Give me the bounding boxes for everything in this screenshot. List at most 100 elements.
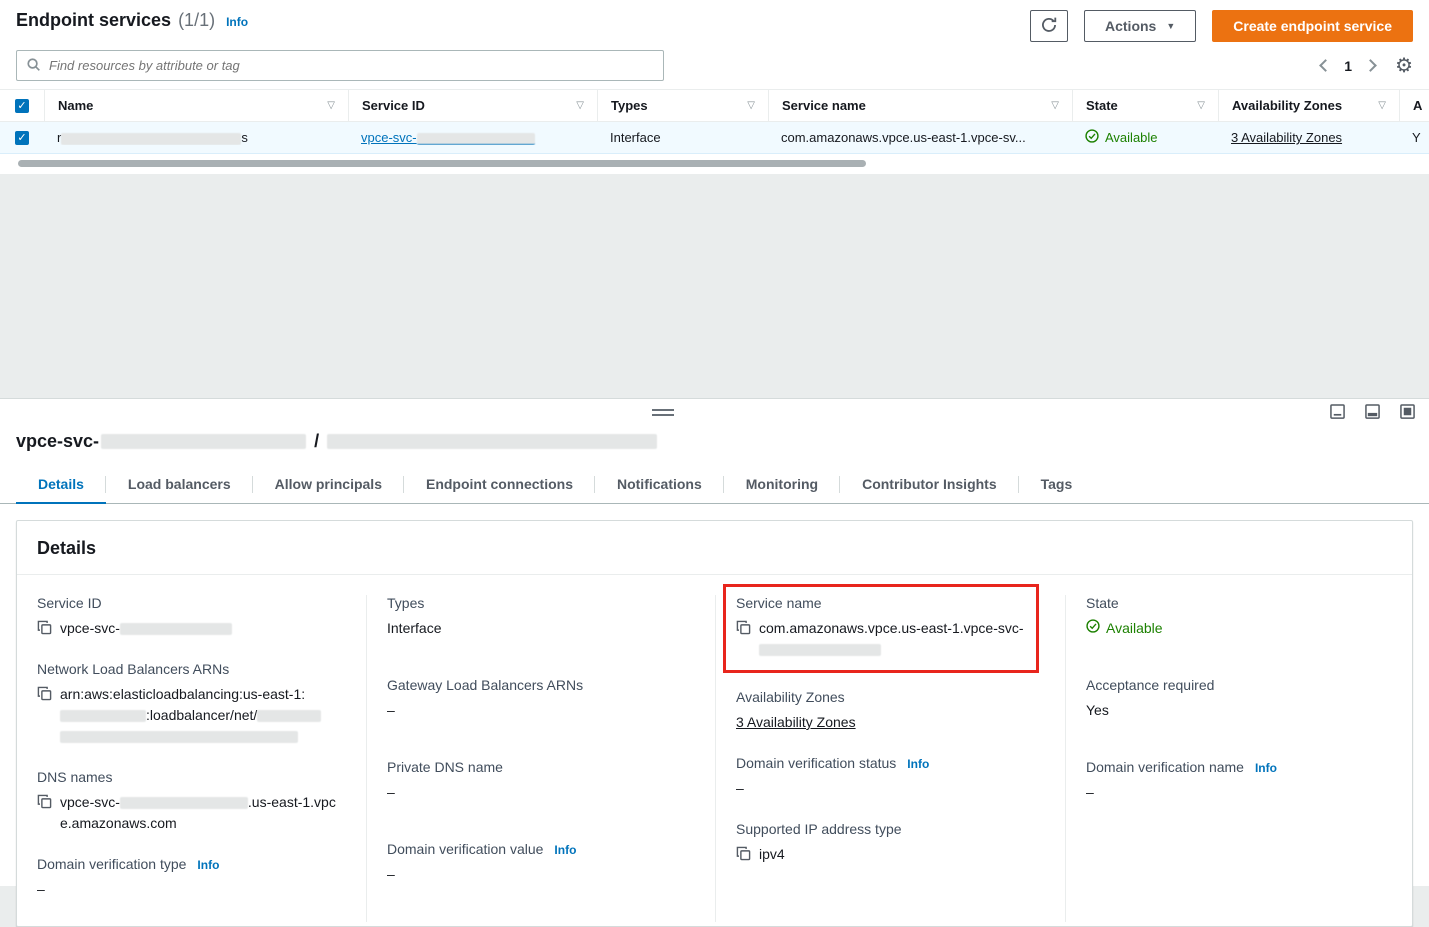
tab-details[interactable]: Details	[16, 468, 106, 503]
next-page-icon[interactable]	[1364, 59, 1377, 72]
info-link[interactable]: Info	[197, 858, 219, 872]
search-box[interactable]	[16, 50, 664, 81]
field-label: Domain verification type	[37, 856, 186, 872]
copy-icon[interactable]	[37, 686, 52, 701]
info-link[interactable]: Info	[554, 843, 576, 857]
column-label: Availability Zones	[1232, 98, 1342, 113]
field-dns-names: DNS names vpce-svc-.us-east-1.vpce.amazo…	[37, 769, 346, 834]
copy-icon[interactable]	[37, 794, 52, 809]
tab-load-balancers[interactable]: Load balancers	[106, 468, 253, 503]
availability-zones-link[interactable]: 3 Availability Zones	[1231, 130, 1342, 145]
header-actions: Actions ▼ Create endpoint service	[1030, 10, 1413, 42]
collapse-panel-icon[interactable]	[1330, 404, 1345, 419]
select-all-cell: ✓	[0, 90, 44, 121]
column-header-service-name[interactable]: Service name ▽	[768, 90, 1072, 121]
redacted-text	[61, 133, 241, 145]
field-value: –	[736, 780, 744, 796]
column-header-service-id[interactable]: Service ID ▽	[348, 90, 597, 121]
settings-gear-icon[interactable]: ⚙	[1395, 56, 1413, 76]
split-drag-handle[interactable]	[652, 409, 674, 416]
tab-tags[interactable]: Tags	[1019, 468, 1095, 503]
caret-down-icon: ▼	[1166, 22, 1175, 31]
field-availability-zones: Availability Zones 3 Availability Zones	[736, 689, 1045, 733]
tab-endpoint-connections[interactable]: Endpoint connections	[404, 468, 595, 503]
endpoint-services-list-section: Endpoint services (1/1) Info Actions ▼ C…	[0, 0, 1429, 174]
service-name-text: com.amazonaws.vpce.us-east-1.vpce-sv...	[781, 130, 1026, 145]
current-page[interactable]: 1	[1344, 58, 1352, 74]
search-input[interactable]	[49, 58, 654, 73]
refresh-button[interactable]	[1030, 10, 1068, 42]
column-label: Name	[58, 98, 93, 113]
field-label: Types	[387, 595, 424, 611]
details-column-2: Types Interface Gateway Load Balancers A…	[367, 595, 716, 922]
field-types: Types Interface	[387, 595, 695, 639]
service-name-value: com.amazonaws.vpce.us-east-1.vpce-svc-	[759, 618, 1024, 660]
actions-button[interactable]: Actions ▼	[1084, 10, 1196, 42]
field-service-name: Service name com.amazonaws.vpce.us-east-…	[736, 595, 1026, 660]
column-header-state[interactable]: State ▽	[1072, 90, 1218, 121]
field-glb-arns: Gateway Load Balancers ARNs –	[387, 677, 695, 721]
search-icon	[26, 57, 41, 75]
sort-icon[interactable]: ▽	[1378, 100, 1386, 111]
resource-title: vpce-svc- /	[0, 399, 1429, 452]
table-row[interactable]: ✓ rs vpce-svc- Interface com.amazonaws.v…	[0, 122, 1429, 154]
availability-zones-link[interactable]: 3 Availability Zones	[736, 714, 856, 730]
field-label: DNS names	[37, 769, 112, 785]
tab-notifications[interactable]: Notifications	[595, 468, 724, 503]
info-link[interactable]: Info	[1255, 761, 1277, 775]
copy-icon[interactable]	[37, 620, 52, 635]
check-circle-icon	[1086, 618, 1100, 639]
create-button-label: Create endpoint service	[1233, 18, 1392, 34]
details-column-1: Service ID vpce-svc- Network Load Balanc…	[17, 595, 367, 922]
sort-icon[interactable]: ▽	[747, 100, 755, 111]
field-label: Domain verification value	[387, 841, 543, 857]
horizontal-scrollbar-thumb[interactable]	[18, 160, 866, 167]
resource-id-prefix: vpce-svc-	[16, 431, 99, 452]
column-header-availability-zones[interactable]: Availability Zones ▽	[1218, 90, 1399, 121]
field-label: State	[1086, 595, 1119, 611]
row-checkbox[interactable]: ✓	[15, 131, 29, 145]
details-panel-body: Service ID vpce-svc- Network Load Balanc…	[17, 575, 1412, 926]
service-id-link[interactable]: vpce-svc-	[361, 130, 535, 145]
previous-page-icon[interactable]	[1319, 59, 1332, 72]
state-text: Available	[1105, 130, 1158, 145]
field-label: Acceptance required	[1086, 677, 1214, 693]
detail-tabs: Details Load balancers Allow principals …	[0, 468, 1429, 504]
sort-icon[interactable]: ▽	[1197, 100, 1205, 111]
copy-icon[interactable]	[736, 620, 751, 635]
field-label: Domain verification status	[736, 755, 896, 771]
cell-types: Interface	[597, 130, 768, 145]
sort-icon[interactable]: ▽	[1051, 100, 1059, 111]
copy-icon[interactable]	[736, 846, 751, 861]
column-header-types[interactable]: Types ▽	[597, 90, 768, 121]
fullscreen-panel-icon[interactable]	[1400, 404, 1415, 419]
column-header-partial[interactable]: A	[1399, 90, 1429, 121]
sort-icon[interactable]: ▽	[327, 100, 335, 111]
state-text: Available	[1106, 618, 1163, 639]
field-label: Domain verification name	[1086, 759, 1244, 775]
service-id-text: vpce-svc-	[361, 130, 417, 145]
cell-partial: Y	[1399, 130, 1429, 145]
tab-monitoring[interactable]: Monitoring	[724, 468, 840, 503]
select-all-checkbox[interactable]: ✓	[15, 99, 29, 113]
info-link[interactable]: Info	[226, 15, 248, 29]
field-supported-ip-address-type: Supported IP address type ipv4	[736, 821, 1045, 865]
tab-allow-principals[interactable]: Allow principals	[253, 468, 404, 503]
redacted-text	[327, 434, 657, 449]
search-row: 1 ⚙	[0, 46, 1429, 89]
sort-icon[interactable]: ▽	[576, 100, 584, 111]
cell-service-name: com.amazonaws.vpce.us-east-1.vpce-sv...	[768, 130, 1072, 145]
field-domain-verification-status: Domain verification status Info –	[736, 755, 1045, 799]
page-header: Endpoint services (1/1) Info Actions ▼ C…	[0, 0, 1429, 46]
table-header-row: ✓ Name ▽ Service ID ▽ Types ▽ Service na…	[0, 89, 1429, 122]
info-link[interactable]: Info	[907, 757, 929, 771]
details-panel-header: Details	[17, 521, 1412, 575]
tab-contributor-insights[interactable]: Contributor Insights	[840, 468, 1019, 503]
field-domain-verification-value: Domain verification value Info –	[387, 841, 695, 885]
title-separator: /	[314, 431, 319, 452]
create-endpoint-service-button[interactable]: Create endpoint service	[1212, 10, 1413, 42]
split-panel-icon[interactable]	[1365, 404, 1380, 419]
field-label: Network Load Balancers ARNs	[37, 661, 229, 677]
column-header-name[interactable]: Name ▽	[44, 90, 348, 121]
name-text: s	[241, 130, 248, 145]
